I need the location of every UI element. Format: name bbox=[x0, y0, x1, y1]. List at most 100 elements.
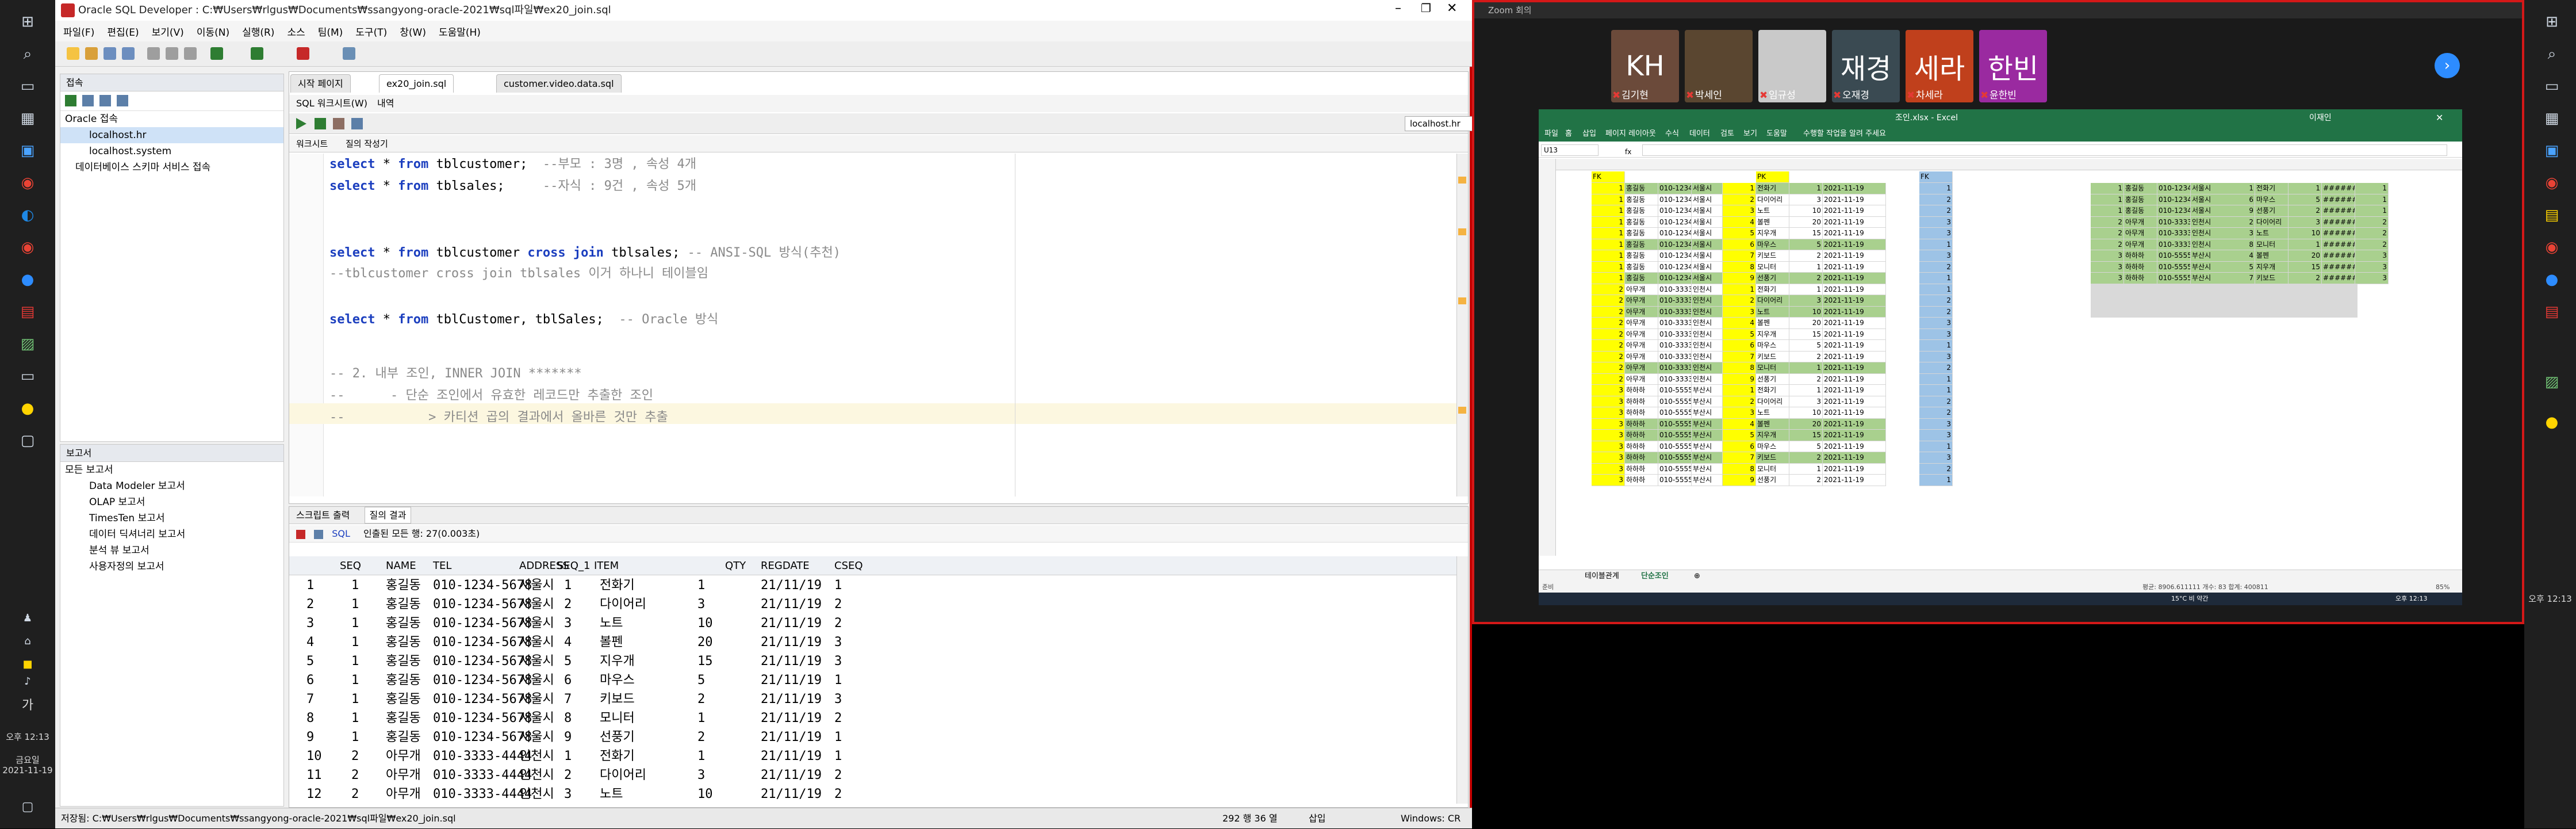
excel-cell[interactable]: 010-3333 bbox=[1658, 284, 1692, 295]
excel-cell[interactable]: 3 bbox=[1919, 228, 1953, 239]
excel-cell[interactable]: 하하하 bbox=[1625, 385, 1658, 396]
excel-cell[interactable]: 2 bbox=[1592, 284, 1625, 295]
menu-file[interactable]: 파일(F) bbox=[63, 24, 94, 39]
excel-cell[interactable]: 1 bbox=[1723, 284, 1756, 295]
excel-cell[interactable]: 인천시 bbox=[1692, 351, 1723, 362]
excel-cell[interactable]: 2 bbox=[1919, 194, 1953, 205]
excel-cell[interactable]: 선풍기 bbox=[1756, 373, 1789, 385]
excel-cell[interactable]: ###### bbox=[2322, 228, 2355, 239]
excel-cell[interactable]: 8 bbox=[1723, 362, 1756, 374]
menu-edit[interactable]: 편집(E) bbox=[107, 24, 139, 39]
excel-cell[interactable]: 3 bbox=[1592, 385, 1625, 396]
table-cell[interactable]: 홍길동 bbox=[386, 614, 421, 633]
col-header-seq1[interactable]: SEQ_1 bbox=[557, 556, 590, 575]
excel-cell[interactable]: 3 bbox=[2355, 273, 2389, 284]
excel-cell[interactable]: 모니터 bbox=[1756, 362, 1789, 374]
excel-cell[interactable]: 1 bbox=[1919, 284, 1953, 295]
excel-cell[interactable]: 인천시 bbox=[2191, 216, 2224, 228]
grid-vertical-scrollbar[interactable] bbox=[1456, 556, 1468, 804]
table-cell[interactable]: 3 bbox=[834, 690, 842, 709]
excel-cell[interactable]: 아무개 bbox=[1625, 362, 1658, 374]
excel-cell[interactable]: 지우개 bbox=[2255, 261, 2288, 273]
excel-cell[interactable]: 6 bbox=[1723, 340, 1756, 352]
excel-cell[interactable]: 2 bbox=[1789, 373, 1823, 385]
excel-cell[interactable]: 5 bbox=[1789, 239, 1823, 250]
run-script-icon[interactable] bbox=[315, 118, 326, 129]
table-cell[interactable]: 서울시 bbox=[519, 728, 554, 747]
excel-cell[interactable]: ###### bbox=[2322, 194, 2355, 205]
excel-cell[interactable]: 하하하 bbox=[1625, 430, 1658, 441]
tree-item-oracle-connections[interactable]: Oracle 접속 bbox=[60, 111, 283, 127]
excel-cell[interactable]: 아무개 bbox=[1625, 318, 1658, 329]
table-cell[interactable]: 서울시 bbox=[519, 652, 554, 671]
fk-label-2[interactable]: FK bbox=[1919, 171, 1953, 183]
table-cell[interactable]: 3 bbox=[697, 595, 705, 614]
table-cell[interactable]: 1 bbox=[351, 576, 359, 595]
table-cell[interactable]: 2 bbox=[834, 785, 842, 804]
excel-cell[interactable]: 볼펜 bbox=[1756, 216, 1789, 228]
table-cell[interactable]: 8 bbox=[564, 709, 572, 728]
excel-cell[interactable]: 1 bbox=[2222, 183, 2255, 194]
excel-cell[interactable]: 5 bbox=[2288, 194, 2322, 205]
table-cell[interactable]: 1 bbox=[697, 576, 705, 595]
excel-cell[interactable]: 2 bbox=[1919, 407, 1953, 419]
notification-icon[interactable]: ▢ bbox=[14, 793, 41, 820]
excel-cell[interactable]: 부산시 bbox=[1692, 441, 1723, 452]
table-cell[interactable]: 2 bbox=[834, 709, 842, 728]
table-row[interactable]: 10 2 아무개 010-3333-4444 인천시 1 전화기 1 21/11/19 1 bbox=[289, 747, 1456, 766]
excel-cell[interactable]: 2 bbox=[1919, 463, 1953, 475]
excel-cell[interactable]: 2 bbox=[1919, 261, 1953, 273]
excel-cell[interactable]: 2 bbox=[1592, 351, 1625, 362]
table-cell[interactable]: 홍길동 bbox=[386, 709, 421, 728]
table-row[interactable]: 2 1 홍길동 010-1234-5678 서울시 2 다이어리 3 21/11/19 2 bbox=[289, 595, 1456, 614]
excel-cell[interactable]: 4 bbox=[1723, 216, 1756, 228]
table-cell[interactable]: 서울시 bbox=[519, 614, 554, 633]
excel-cell[interactable]: 2 bbox=[1592, 306, 1625, 318]
table-row[interactable]: 8 1 홍길동 010-1234-5678 서울시 8 모니터 1 21/11/19 2 bbox=[289, 709, 1456, 728]
excel-cell[interactable]: 010-1234 bbox=[1658, 250, 1692, 262]
excel-cell[interactable]: 서울시 bbox=[2191, 183, 2224, 194]
tree-item-db-schema-service[interactable]: 데이터베이스 스키마 서비스 접속 bbox=[60, 159, 283, 175]
excel-cell[interactable]: 20 bbox=[1789, 216, 1823, 228]
excel-cell[interactable]: 010-1234 bbox=[1658, 261, 1692, 273]
tree-item-data-dictionary[interactable]: 데이터 딕셔너리 보고서 bbox=[60, 526, 283, 543]
excel-cell[interactable]: 서울시 bbox=[1692, 250, 1723, 262]
excel-cell[interactable]: 3 bbox=[1919, 452, 1953, 464]
excel-cell[interactable]: 1 bbox=[1592, 273, 1625, 284]
table-row[interactable]: 1 1 홍길동 010-1234-5678 서울시 1 전화기 1 21/11/19 1 bbox=[289, 576, 1456, 595]
table-cell[interactable]: 21/11/19 bbox=[761, 652, 822, 671]
table-cell[interactable]: 3 bbox=[834, 652, 842, 671]
table-cell[interactable]: 8 bbox=[306, 709, 314, 728]
table-cell[interactable]: 3 bbox=[306, 614, 314, 633]
paste-icon[interactable] bbox=[184, 47, 197, 60]
excel-cell[interactable]: 1 bbox=[2288, 239, 2322, 250]
excel-cell[interactable]: 010-3333 bbox=[1658, 318, 1692, 329]
excel-cell[interactable]: 15 bbox=[1789, 228, 1823, 239]
run-statement-icon[interactable] bbox=[296, 118, 306, 129]
table-cell[interactable]: 1 bbox=[834, 576, 842, 595]
formula-input[interactable] bbox=[1642, 144, 2447, 156]
table-cell[interactable]: 1 bbox=[351, 633, 359, 652]
excel-cell[interactable]: 20 bbox=[1789, 418, 1823, 430]
table-cell[interactable]: 10 bbox=[697, 614, 713, 633]
excel-cell[interactable]: 모니터 bbox=[2255, 239, 2288, 250]
excel-cell[interactable]: 3 bbox=[1723, 205, 1756, 217]
table-cell[interactable]: 010-1234-5678 bbox=[433, 614, 532, 633]
excel-cell[interactable]: 010-1234 bbox=[2157, 194, 2191, 205]
subtab-worksheet[interactable]: 워크시트 bbox=[296, 139, 328, 149]
menu-view[interactable]: 보기(V) bbox=[152, 24, 184, 39]
excel-cell[interactable]: 2 bbox=[1789, 475, 1823, 486]
excel-cell[interactable]: ###### bbox=[2322, 273, 2355, 284]
table-cell[interactable]: 5 bbox=[697, 671, 705, 690]
excel-cell[interactable]: 마우스 bbox=[1756, 340, 1789, 352]
excel-cell[interactable]: 2 bbox=[1789, 351, 1823, 362]
excel-cell[interactable]: 2 bbox=[1919, 205, 1953, 217]
zoom-app-icon[interactable]: ● bbox=[2538, 266, 2566, 293]
back-icon[interactable] bbox=[210, 47, 223, 60]
excel-cell[interactable]: 2021-11-19 bbox=[1823, 463, 1886, 475]
table-cell[interactable]: 2 bbox=[306, 595, 314, 614]
excel-cell[interactable]: 홍길동 bbox=[1625, 261, 1658, 273]
excel-cell[interactable]: 홍길동 bbox=[2124, 205, 2157, 217]
table-cell[interactable]: 1 bbox=[564, 747, 572, 766]
table-cell[interactable]: 7 bbox=[564, 690, 572, 709]
